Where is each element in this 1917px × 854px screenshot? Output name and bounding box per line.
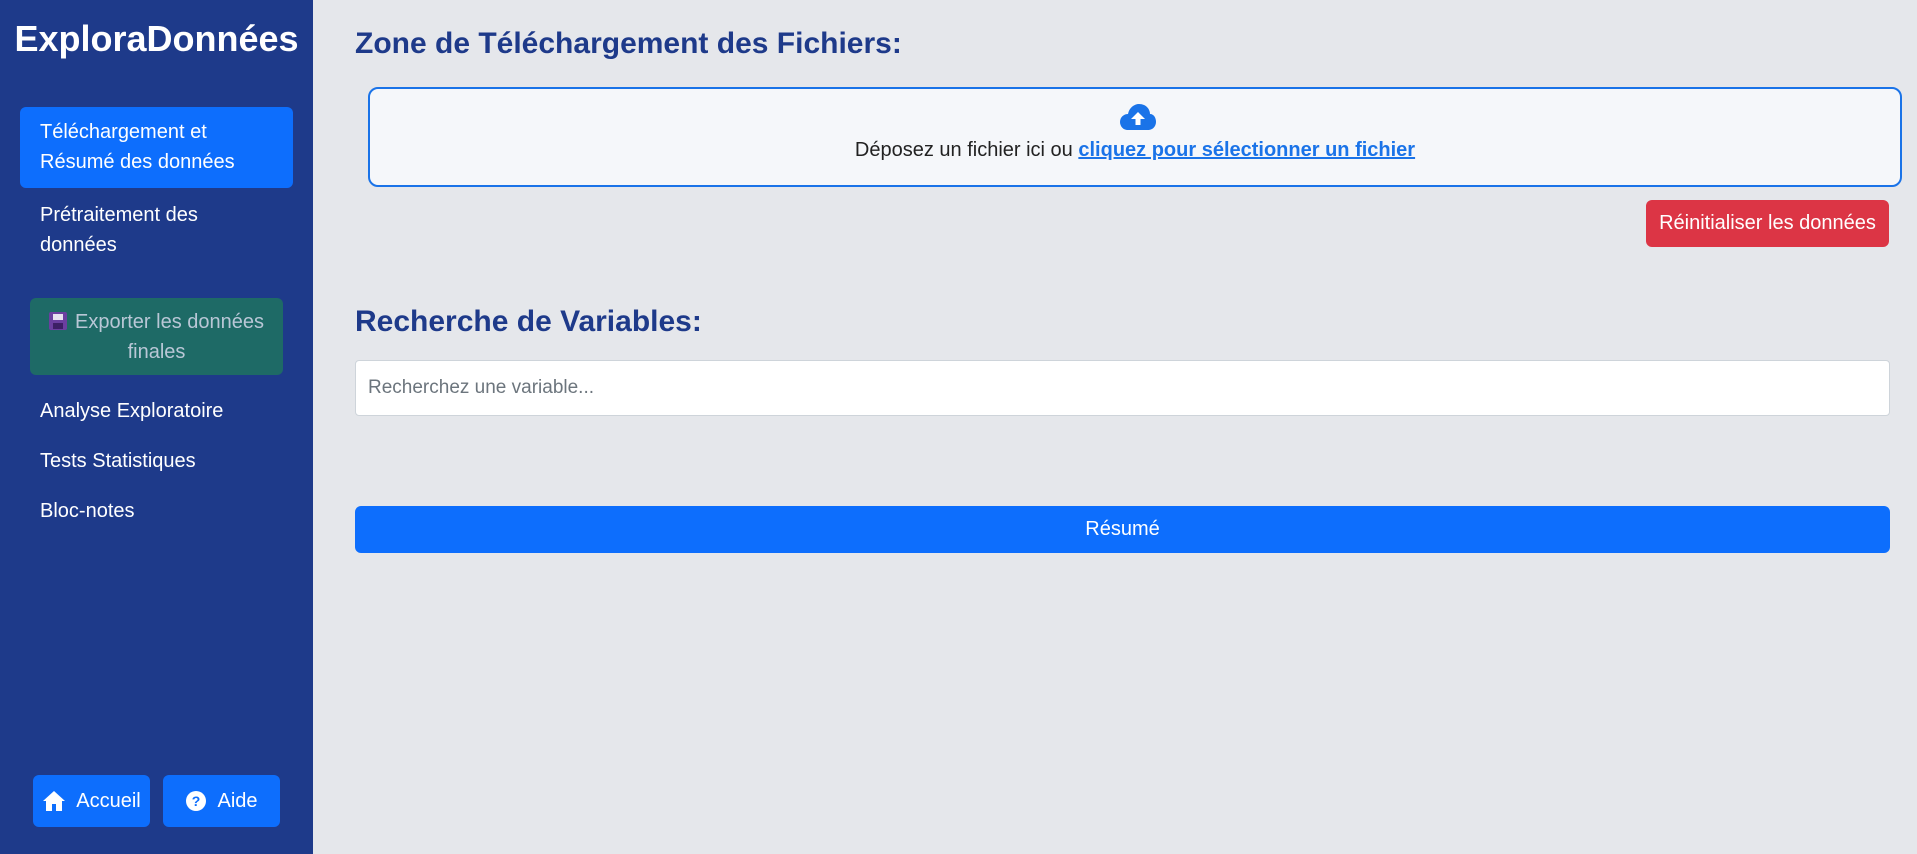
summary-button[interactable]: Résumé	[355, 506, 1890, 553]
cloud-upload-icon	[1119, 103, 1157, 136]
home-icon	[42, 790, 66, 812]
home-button[interactable]: Accueil	[33, 775, 150, 827]
reset-data-button[interactable]: Réinitialiser les données	[1646, 200, 1889, 247]
sidebar-item-upload-summary[interactable]: Téléchargement et Résumé des données	[20, 107, 293, 188]
export-data-button[interactable]: Exporter les données finales	[30, 298, 283, 375]
app-brand: ExploraDonnées	[14, 18, 299, 59]
variable-search-input[interactable]	[355, 360, 1890, 416]
dropzone-text: Déposez un fichier ici ou	[854, 139, 1079, 161]
sidebar-item-notebook[interactable]: Bloc-notes	[20, 496, 293, 526]
dropzone-text-row: Déposez un fichier ici ou cliquez pour s…	[370, 139, 1900, 162]
file-dropzone[interactable]: Déposez un fichier ici ou cliquez pour s…	[368, 87, 1902, 187]
home-label: Accueil	[76, 789, 141, 812]
upload-section-title: Zone de Téléchargement des Fichiers:	[355, 27, 902, 60]
export-data-label: Exporter les données finales	[74, 311, 264, 363]
help-button[interactable]: ? Aide	[163, 775, 280, 827]
select-file-link[interactable]: cliquez pour sélectionner un fichier	[1078, 139, 1415, 161]
variable-search-title: Recherche de Variables:	[355, 305, 702, 338]
sidebar: ExploraDonnées Téléchargement et Résumé …	[0, 0, 313, 854]
sidebar-item-preprocessing[interactable]: Prétraitement des données	[20, 198, 293, 260]
sidebar-item-statistical-tests[interactable]: Tests Statistiques	[20, 446, 293, 476]
question-circle-icon: ?	[185, 790, 207, 812]
floppy-disk-icon	[48, 312, 67, 330]
sidebar-item-exploratory-analysis[interactable]: Analyse Exploratoire	[20, 396, 293, 426]
help-label: Aide	[217, 789, 258, 812]
svg-text:?: ?	[192, 793, 201, 809]
